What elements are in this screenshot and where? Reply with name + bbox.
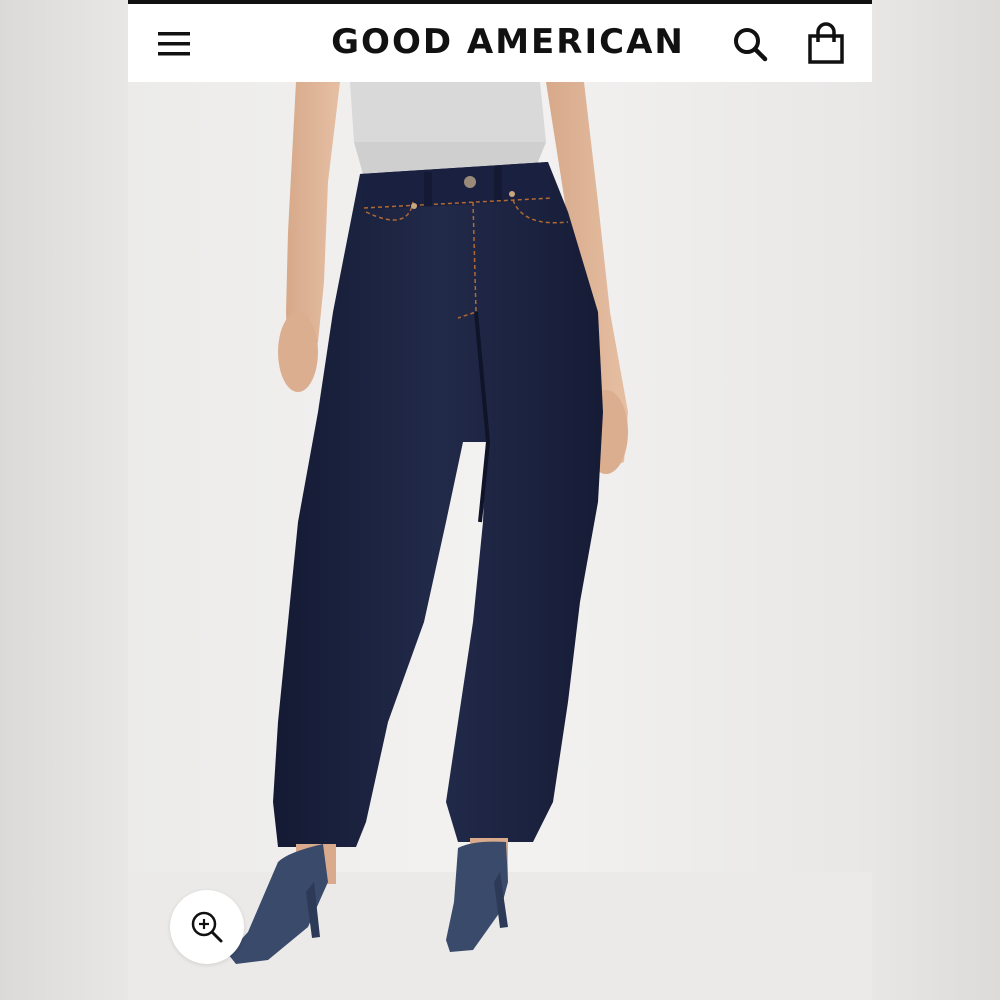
product-image[interactable] [128, 82, 872, 1000]
site-header: GOOD AMERICAN [128, 4, 872, 82]
blurred-background-right [872, 0, 1000, 1000]
app-screen: GOOD AMERICAN [128, 0, 872, 1000]
shopping-bag-icon[interactable] [804, 22, 848, 66]
hamburger-menu-icon[interactable] [154, 26, 194, 62]
search-icon[interactable] [730, 24, 770, 64]
brand-logo[interactable]: GOOD AMERICAN [288, 22, 728, 62]
zoom-in-icon [191, 911, 223, 943]
blurred-background-left [0, 0, 128, 1000]
zoom-button[interactable] [170, 890, 244, 964]
